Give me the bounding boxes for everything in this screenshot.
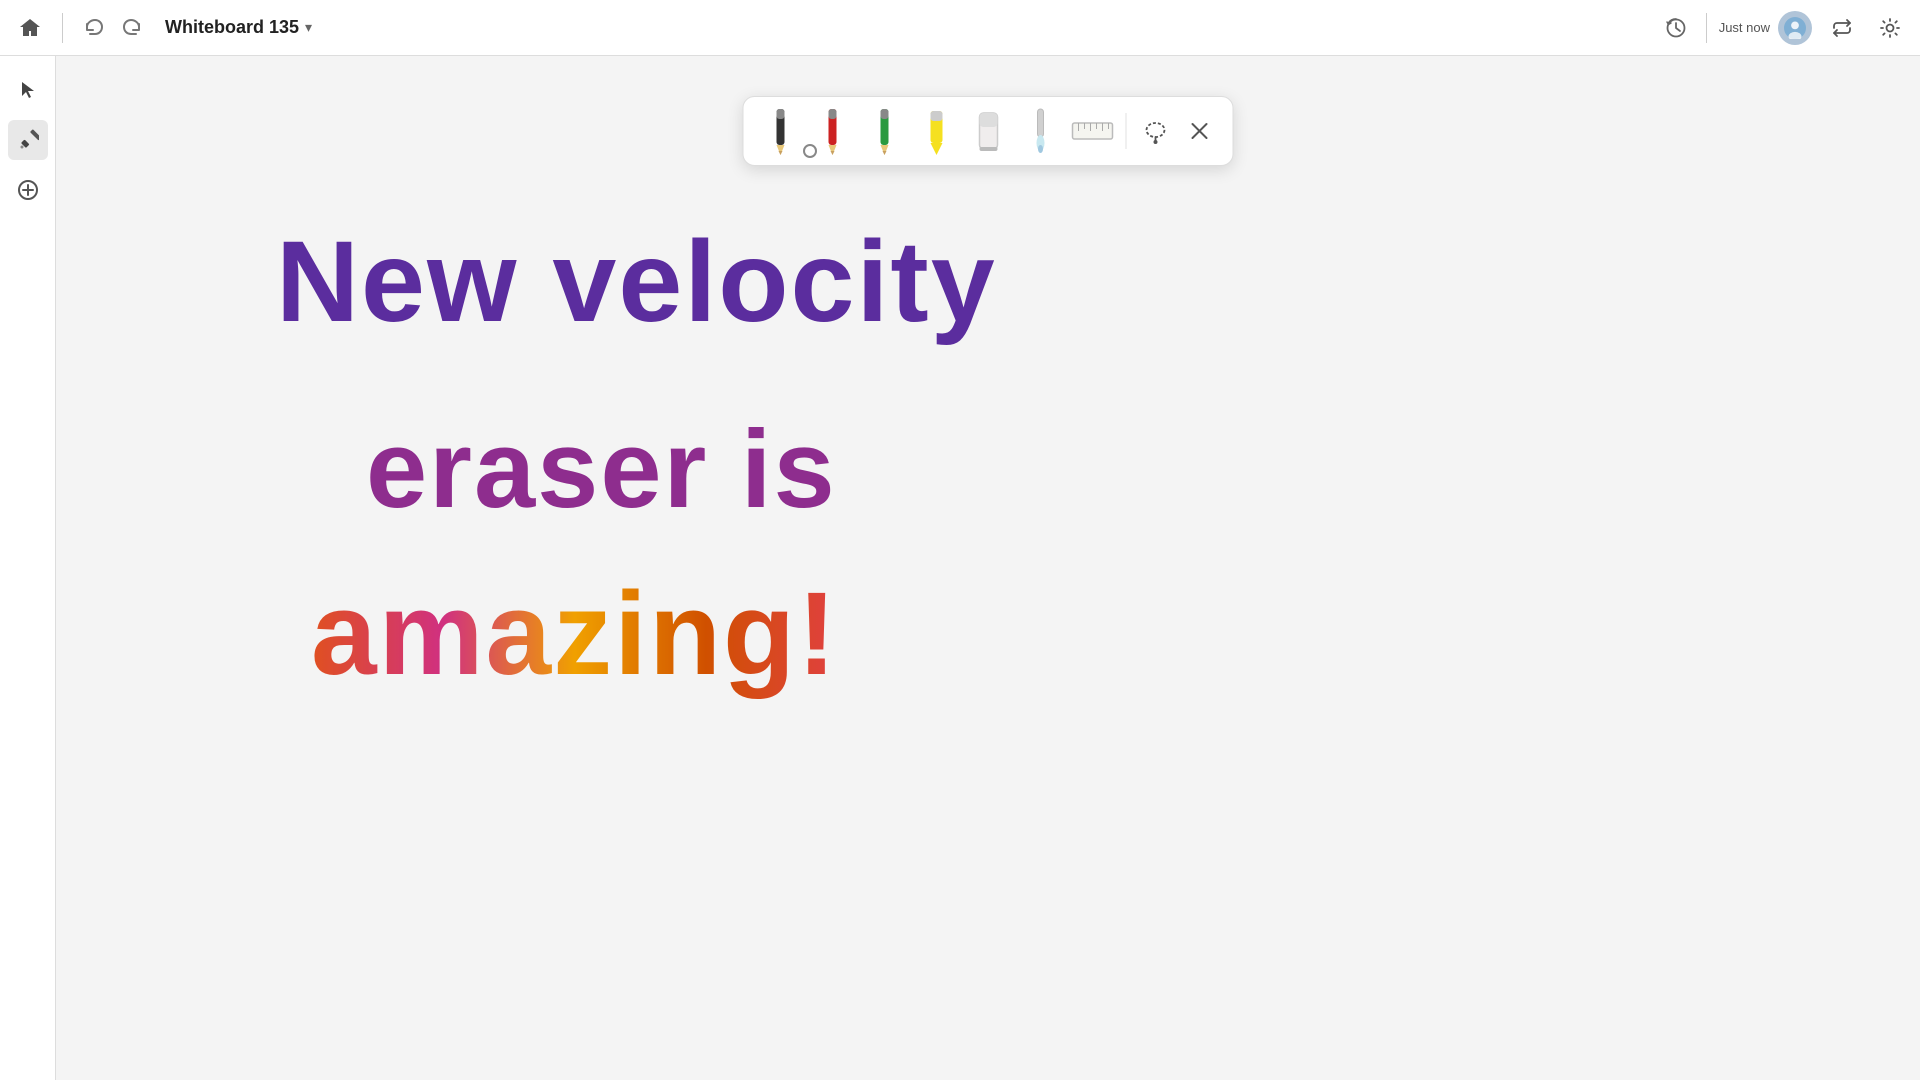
title-area[interactable]: Whiteboard 135 ▾ <box>157 13 320 42</box>
black-pencil-tool[interactable] <box>758 105 804 157</box>
user-avatar[interactable] <box>1778 11 1812 45</box>
green-pencil-tool[interactable] <box>862 105 908 157</box>
wb-text-line-2: eraser is <box>366 406 837 533</box>
wb-text-line-1: New velocity <box>276 216 997 348</box>
draw-tool-button[interactable] <box>8 120 48 160</box>
lasso-select-button[interactable] <box>1137 112 1175 150</box>
canvas-area[interactable]: New velocity eraser is amazing! <box>56 56 1920 1080</box>
topbar-right: Just now <box>1658 10 1908 46</box>
whiteboard-title: Whiteboard 135 <box>165 17 299 38</box>
ruler-tool[interactable] <box>1070 105 1116 157</box>
red-pencil-tool[interactable] <box>810 105 856 157</box>
wb-text-line-3: amazing! <box>311 566 838 702</box>
select-tool-button[interactable] <box>8 70 48 110</box>
title-chevron-icon: ▾ <box>305 19 312 36</box>
settings-button[interactable] <box>1872 10 1908 46</box>
close-palette-button[interactable] <box>1181 112 1219 150</box>
topbar: Whiteboard 135 ▾ Just now <box>0 0 1920 56</box>
undo-button[interactable] <box>77 12 109 44</box>
palette-divider <box>1126 113 1127 149</box>
home-button[interactable] <box>12 10 48 46</box>
save-status-text: Just now <box>1719 20 1770 35</box>
sidebar <box>0 56 56 1080</box>
history-button[interactable] <box>1658 10 1694 46</box>
brush-tool[interactable] <box>1018 105 1064 157</box>
eraser-tool[interactable] <box>966 105 1012 157</box>
yellow-highlighter-tool[interactable] <box>914 105 960 157</box>
topbar-left: Whiteboard 135 ▾ <box>12 10 320 46</box>
topbar-divider-1 <box>62 13 63 43</box>
redo-button[interactable] <box>117 12 149 44</box>
add-item-button[interactable] <box>8 170 48 210</box>
share-button[interactable] <box>1824 10 1860 46</box>
tool-palette <box>743 96 1234 166</box>
whiteboard-content: New velocity eraser is amazing! <box>56 56 1920 1080</box>
topbar-divider-2 <box>1706 13 1707 43</box>
save-status-area: Just now <box>1719 11 1812 45</box>
